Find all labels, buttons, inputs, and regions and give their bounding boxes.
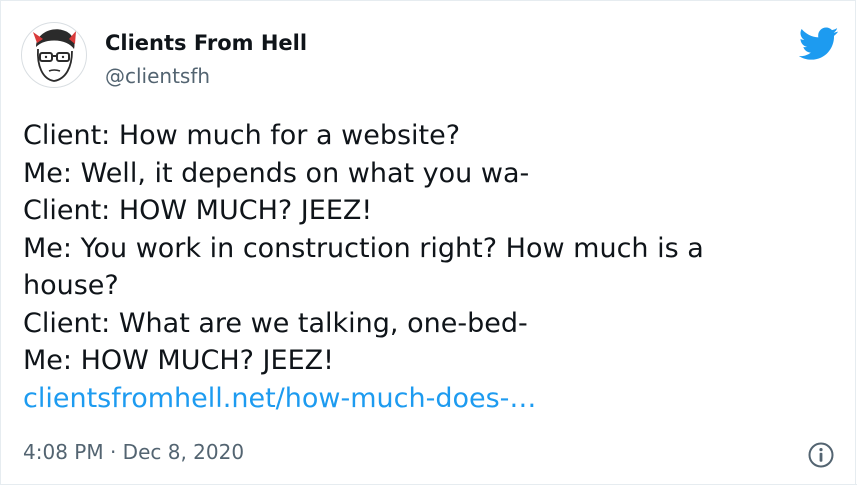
info-icon[interactable]: [807, 441, 835, 469]
tweet-line: Client: How much for a website?: [23, 120, 461, 151]
tweet-link[interactable]: clientsfromhell.net/how-much-does-…: [23, 380, 838, 418]
tweet-line: house?: [23, 270, 119, 301]
twitter-bird-icon[interactable]: [798, 27, 839, 61]
meta-separator: ·: [109, 440, 117, 464]
tweet-text: Client: How much for a website? Me: Well…: [23, 117, 838, 417]
tweet-line: Me: HOW MUCH? JEEZ!: [23, 345, 334, 376]
author-handle[interactable]: @clientsfh: [105, 64, 210, 88]
tweet-line: Me: You work in construction right? How …: [23, 232, 704, 264]
tweet-time: 4:08 PM: [23, 440, 104, 464]
tweet-line: Client: What are we talking, one-bed-: [23, 307, 528, 339]
tweet-card: Clients From Hell @clientsfh Client: How…: [0, 0, 856, 484]
tweet-timestamp[interactable]: 4:08 PM · Dec 8, 2020: [23, 440, 244, 464]
tweet-line: Me: Well, it depends on what you wa-: [23, 157, 530, 189]
author-name[interactable]: Clients From Hell: [105, 31, 307, 55]
tweet-line: Client: HOW MUCH? JEEZ!: [23, 195, 373, 226]
cartoon-face-avatar-icon[interactable]: [21, 22, 87, 88]
tweet-date: Dec 8, 2020: [122, 440, 245, 464]
